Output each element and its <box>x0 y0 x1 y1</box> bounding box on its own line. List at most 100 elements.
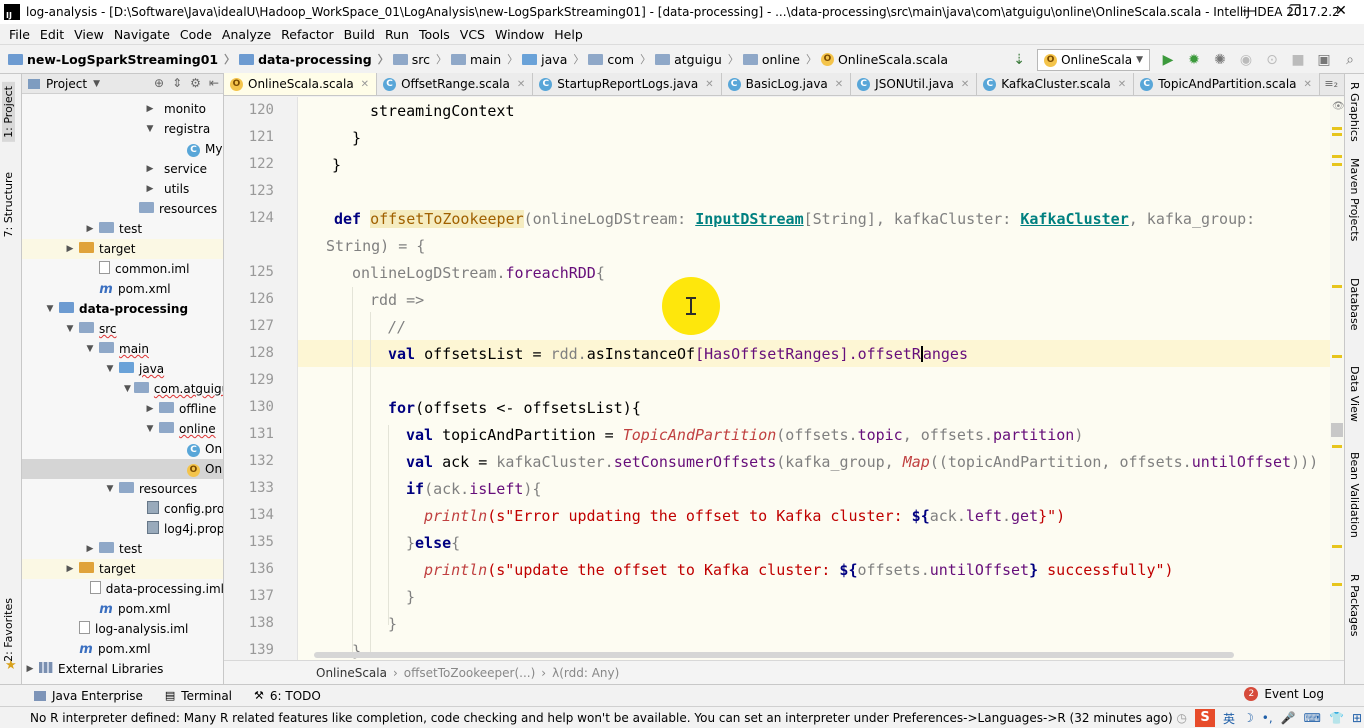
tree-item[interactable]: ▼ resources <box>22 479 223 499</box>
chevron-down-icon[interactable]: ▼ <box>93 79 100 89</box>
nav-crumb-6[interactable]: atguigu 〉 <box>653 51 741 67</box>
expanded-arrow-icon[interactable]: ▼ <box>84 344 96 354</box>
nav-crumb-0[interactable]: new-LogSparkStreaming01 〉 <box>6 51 237 67</box>
close-tab-icon[interactable]: ✕ <box>705 79 713 90</box>
data-view-tool-tab[interactable]: Data View <box>1348 366 1361 422</box>
tree-item[interactable]: ▶ test <box>22 539 223 559</box>
tree-item[interactable]: ▼ src <box>22 319 223 339</box>
error-stripe[interactable]: 👁 <box>1330 97 1344 660</box>
tree-item[interactable]: ▶ service <box>22 159 223 179</box>
inspection-eye-icon[interactable]: 👁 <box>1332 101 1344 112</box>
hide-icon[interactable]: ⇤ <box>209 76 219 90</box>
terminal-tool[interactable]: ▤ Terminal <box>161 689 236 703</box>
favorites-tool-tab[interactable]: 2: Favorites <box>2 598 15 662</box>
restore-button[interactable]: ❐ <box>1272 0 1318 24</box>
editor-tab[interactable]: C BasicLog.java ✕ <box>721 73 852 95</box>
expanded-arrow-icon[interactable]: ▼ <box>64 324 76 334</box>
tree-item[interactable]: ▼ online <box>22 419 223 439</box>
nav-crumb-1[interactable]: data-processing 〉 <box>237 51 391 67</box>
nav-crumb-4[interactable]: java 〉 <box>520 51 586 67</box>
tree-item[interactable]: common.iml <box>22 259 223 279</box>
close-tab-icon[interactable]: ✕ <box>1304 79 1312 90</box>
nav-crumb-5[interactable]: com 〉 <box>586 51 653 67</box>
run-configuration-select[interactable]: O OnlineScala ▼ <box>1037 49 1150 71</box>
warning-marker[interactable] <box>1332 355 1342 358</box>
tree-item[interactable]: ▶ target <box>22 239 223 259</box>
expanded-arrow-icon[interactable]: ▼ <box>144 424 156 434</box>
tree-item[interactable]: m pom.xml <box>22 639 223 659</box>
tree-item[interactable]: ▶ utils <box>22 179 223 199</box>
expanded-arrow-icon[interactable]: ▼ <box>144 124 156 134</box>
maven-projects-tool-tab[interactable]: Maven Projects <box>1348 158 1361 241</box>
stop-icon[interactable]: ■ <box>1290 52 1306 68</box>
ime-language[interactable]: 英 <box>1223 710 1235 727</box>
warning-marker[interactable] <box>1332 583 1342 586</box>
scroll-thumb[interactable] <box>1331 423 1343 437</box>
tree-item[interactable]: config.prop <box>22 499 223 519</box>
warning-marker[interactable] <box>1332 155 1342 158</box>
collapsed-arrow-icon[interactable]: ▶ <box>24 664 36 674</box>
tree-item[interactable]: ▼ registra <box>22 119 223 139</box>
warning-marker[interactable] <box>1332 133 1342 136</box>
menu-run[interactable]: Run <box>380 27 414 42</box>
collapsed-arrow-icon[interactable]: ▶ <box>64 244 76 254</box>
warning-marker[interactable] <box>1332 163 1342 166</box>
menu-code[interactable]: Code <box>175 27 217 42</box>
tree-item[interactable]: ▼ main <box>22 339 223 359</box>
collapsed-arrow-icon[interactable]: ▶ <box>84 224 96 234</box>
collapsed-arrow-icon[interactable]: ▶ <box>144 184 156 194</box>
minimize-button[interactable]: — <box>1226 0 1272 24</box>
menu-edit[interactable]: Edit <box>35 27 69 42</box>
java-enterprise-tool[interactable]: Java Enterprise <box>30 689 147 703</box>
expanded-arrow-icon[interactable]: ▼ <box>44 304 56 314</box>
r-packages-tool-tab[interactable]: R Packages <box>1348 574 1361 636</box>
profile-icon[interactable]: ◉ <box>1238 52 1254 68</box>
todo-tool[interactable]: ⚒ 6: TODO <box>250 689 325 703</box>
tree-item[interactable]: m pom.xml <box>22 279 223 299</box>
tree-item[interactable]: m pom.xml <box>22 599 223 619</box>
nav-crumb-3[interactable]: main 〉 <box>449 51 520 67</box>
collapsed-arrow-icon[interactable]: ▶ <box>84 544 96 554</box>
collapse-icon[interactable]: ⇕ <box>172 76 182 90</box>
nav-crumb-7[interactable]: online 〉 <box>741 51 819 67</box>
nav-crumb-8[interactable]: O OnlineScala.scala <box>819 52 950 67</box>
bean-validation-tool-tab[interactable]: Bean Validation <box>1348 452 1361 538</box>
gear-icon[interactable]: ⚙ <box>190 76 201 90</box>
expanded-arrow-icon[interactable]: ▼ <box>124 384 131 394</box>
menu-refactor[interactable]: Refactor <box>276 27 338 42</box>
tree-item[interactable]: log4j.prope <box>22 519 223 539</box>
menu-window[interactable]: Window <box>490 27 549 42</box>
editor-tab[interactable]: C StartupReportLogs.java ✕ <box>533 73 722 95</box>
warning-marker[interactable] <box>1332 545 1342 548</box>
collapsed-arrow-icon[interactable]: ▶ <box>64 564 76 574</box>
collapsed-arrow-icon[interactable]: ▶ <box>144 404 156 414</box>
tree-item[interactable]: C Myk <box>22 139 223 159</box>
menu-build[interactable]: Build <box>339 27 380 42</box>
tree-item[interactable]: data-processing.iml <box>22 579 223 599</box>
vcs-update-icon[interactable]: ⇣ <box>1011 52 1027 68</box>
tree-item[interactable]: resources <box>22 199 223 219</box>
r-graphics-tool-tab[interactable]: R Graphics <box>1348 82 1361 142</box>
tree-item[interactable]: log-analysis.iml <box>22 619 223 639</box>
tree-item[interactable]: C Onl <box>22 439 223 459</box>
menu-help[interactable]: Help <box>549 27 588 42</box>
editor-crumb-object[interactable]: OnlineScala <box>316 666 387 680</box>
tree-item[interactable]: O Onl <box>22 459 223 479</box>
menu-view[interactable]: View <box>69 27 109 42</box>
collapsed-arrow-icon[interactable]: ▶ <box>144 164 156 174</box>
tree-item[interactable]: ▶ test <box>22 219 223 239</box>
editor-crumb-method[interactable]: offsetToZookeeper(...) <box>404 666 536 680</box>
project-structure-icon[interactable]: ▣ <box>1316 52 1332 68</box>
editor-tab[interactable]: C OffsetRange.scala ✕ <box>377 73 534 95</box>
project-tool-tab[interactable]: 1: Project <box>2 82 15 142</box>
menu-analyze[interactable]: Analyze <box>217 27 276 42</box>
menu-navigate[interactable]: Navigate <box>109 27 175 42</box>
menu-tools[interactable]: Tools <box>414 27 455 42</box>
close-tab-icon[interactable]: ✕ <box>1118 79 1126 90</box>
warning-marker[interactable] <box>1332 445 1342 448</box>
database-tool-tab[interactable]: Database <box>1348 278 1361 331</box>
tree-item[interactable]: ▶ offline <box>22 399 223 419</box>
search-everywhere-icon[interactable]: ⌕ <box>1342 52 1358 68</box>
tree-item[interactable]: ▶ monito <box>22 99 223 119</box>
editor-crumb-lambda[interactable]: λ(rdd: Any) <box>552 666 619 680</box>
